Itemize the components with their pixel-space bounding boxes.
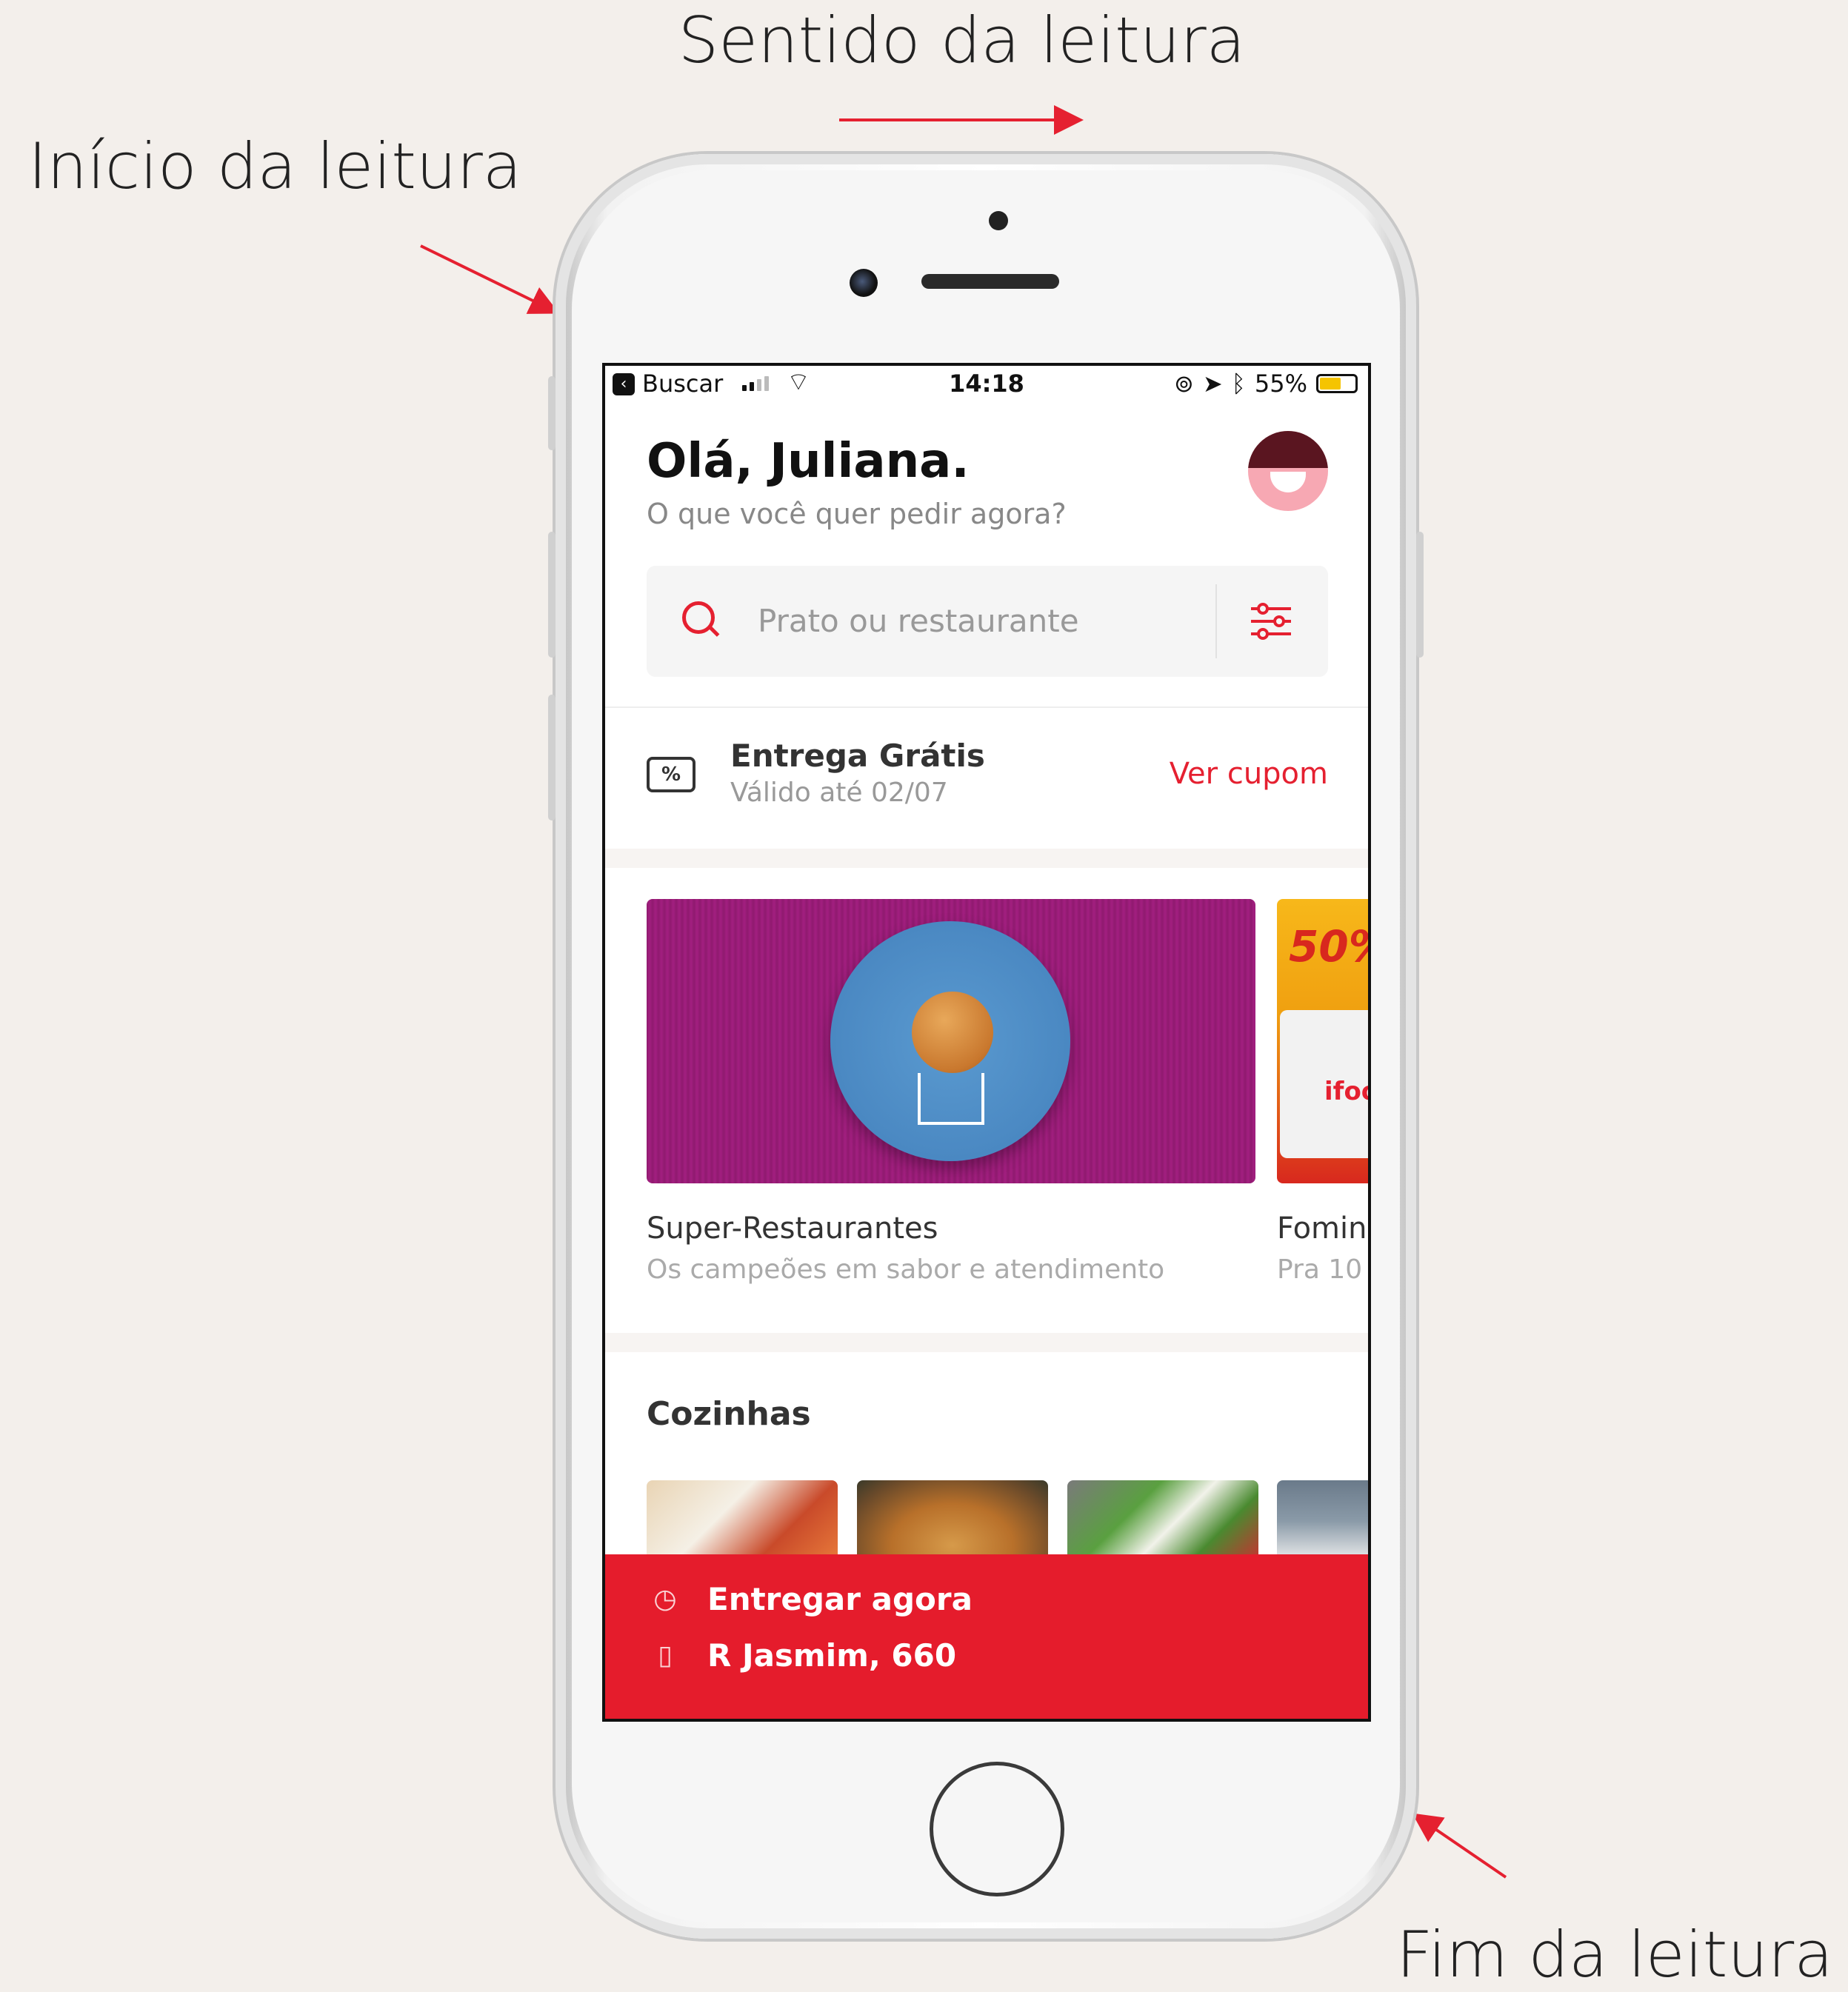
super-restaurants-banner[interactable]: [647, 899, 1255, 1183]
location-icon: ➤: [1202, 370, 1223, 398]
cuisine-tile-rice-beans[interactable]: [647, 1480, 838, 1562]
battery-icon: [1316, 374, 1358, 393]
front-camera: [850, 269, 878, 297]
app-screen: ‹ Buscar ⌔ 14:18 ⊚ ➤ ᛒ 55% Olá, Juliana.…: [602, 363, 1371, 1722]
divider: [605, 706, 1368, 708]
rotation-lock-icon: ⊚: [1174, 370, 1194, 398]
coupon-icon: %: [647, 757, 695, 792]
carousel-card-subtitle: Os campeões em sabor e atendimento: [647, 1254, 1165, 1285]
power-button[interactable]: [1416, 532, 1424, 658]
start-arrow: [420, 244, 560, 314]
cuisine-tile-asian[interactable]: [1277, 1480, 1368, 1562]
carousel-card-subtitle-2: Pra 10: [1277, 1254, 1363, 1285]
search-input[interactable]: Prato ou restaurante: [758, 603, 1079, 639]
filter-icon[interactable]: [1247, 597, 1295, 646]
cuisine-tile-burger[interactable]: [857, 1480, 1048, 1562]
bluetooth-icon: ᛒ: [1231, 370, 1246, 398]
home-button[interactable]: [930, 1762, 1064, 1896]
greeting-subtitle: O que você quer pedir agora?: [647, 498, 1067, 530]
proximity-sensor: [989, 211, 1008, 230]
avatar[interactable]: [1248, 431, 1328, 511]
end-arrow: [1412, 1813, 1507, 1879]
greeting-title: Olá, Juliana.: [647, 434, 970, 489]
carousel-card-title[interactable]: Super-Restaurantes: [647, 1211, 938, 1246]
search-bar[interactable]: Prato ou restaurante: [647, 566, 1328, 677]
search-icon: [682, 601, 715, 634]
search-divider: [1215, 584, 1217, 658]
coupon-validity: Válido até 02/07: [730, 778, 948, 808]
cup-brand-label: ifoo: [1324, 1077, 1368, 1106]
discount-badge: 50%: [1289, 921, 1368, 972]
delivery-bar[interactable]: ◷ Entregar agora ▯ R Jasmim, 660: [605, 1554, 1368, 1719]
mug-icon: ▯: [658, 1640, 673, 1671]
avatar-smile: [1270, 472, 1306, 492]
plate-illustration: [830, 921, 1070, 1161]
section-separator-2: [605, 1333, 1368, 1352]
volume-up-button[interactable]: [548, 532, 556, 658]
acai-cup-illustration: ifoo: [1280, 1010, 1368, 1158]
clock-icon: ◷: [653, 1584, 677, 1614]
delivery-time-label[interactable]: Entregar agora: [707, 1581, 973, 1617]
see-coupon-link[interactable]: Ver cupom: [1170, 757, 1328, 791]
cuisines-title: Cozinhas: [647, 1395, 811, 1433]
battery-percentage: 55%: [1254, 370, 1307, 398]
avatar-hair: [1248, 431, 1328, 468]
coupon-title: Entrega Grátis: [730, 738, 985, 774]
delivery-address-label[interactable]: R Jasmim, 660: [707, 1637, 956, 1674]
burger-illustration: [912, 992, 993, 1073]
volume-down-button[interactable]: [548, 695, 556, 820]
status-bar: ‹ Buscar ⌔ 14:18 ⊚ ➤ ᛒ 55%: [605, 366, 1368, 403]
status-right: ⊚ ➤ ᛒ 55%: [1174, 370, 1358, 398]
promo-banner[interactable]: 50% ifoo: [1277, 899, 1368, 1183]
carousel-card-title-2[interactable]: Fomin: [1277, 1211, 1367, 1246]
ribbon-illustration: [918, 1073, 984, 1125]
earpiece-speaker: [921, 274, 1059, 289]
cuisine-tile-salad[interactable]: [1067, 1480, 1258, 1562]
section-separator: [605, 849, 1368, 868]
mute-switch[interactable]: [548, 376, 556, 450]
